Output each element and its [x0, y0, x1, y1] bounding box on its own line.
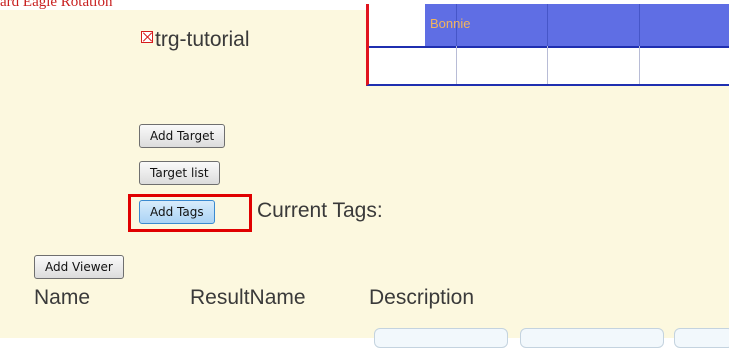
column-header-name: Name	[34, 286, 91, 309]
column-header-description: Description	[369, 286, 475, 309]
bottom-tab[interactable]	[374, 328, 508, 348]
target-list-button[interactable]: Target list	[139, 161, 220, 185]
add-tags-highlight	[128, 194, 252, 232]
timeline-header-row	[369, 4, 729, 48]
timeline-header-blank-cell	[369, 4, 425, 46]
add-viewer-button[interactable]: Add Viewer	[34, 255, 124, 279]
top-caption: ard Eagle Rotation	[0, 0, 113, 10]
bottom-tab[interactable]	[520, 328, 664, 348]
timeline-grid: Bonnie	[366, 4, 729, 86]
bottom-tab[interactable]	[674, 328, 729, 348]
tutorial-title: trg-tutorial	[155, 28, 250, 51]
broken-image-icon	[141, 31, 153, 43]
column-header-resultname: ResultName	[190, 286, 306, 309]
add-target-button[interactable]: Add Target	[139, 124, 226, 148]
timeline-name-label: Bonnie	[430, 16, 471, 31]
current-tags-label: Current Tags:	[257, 199, 383, 222]
